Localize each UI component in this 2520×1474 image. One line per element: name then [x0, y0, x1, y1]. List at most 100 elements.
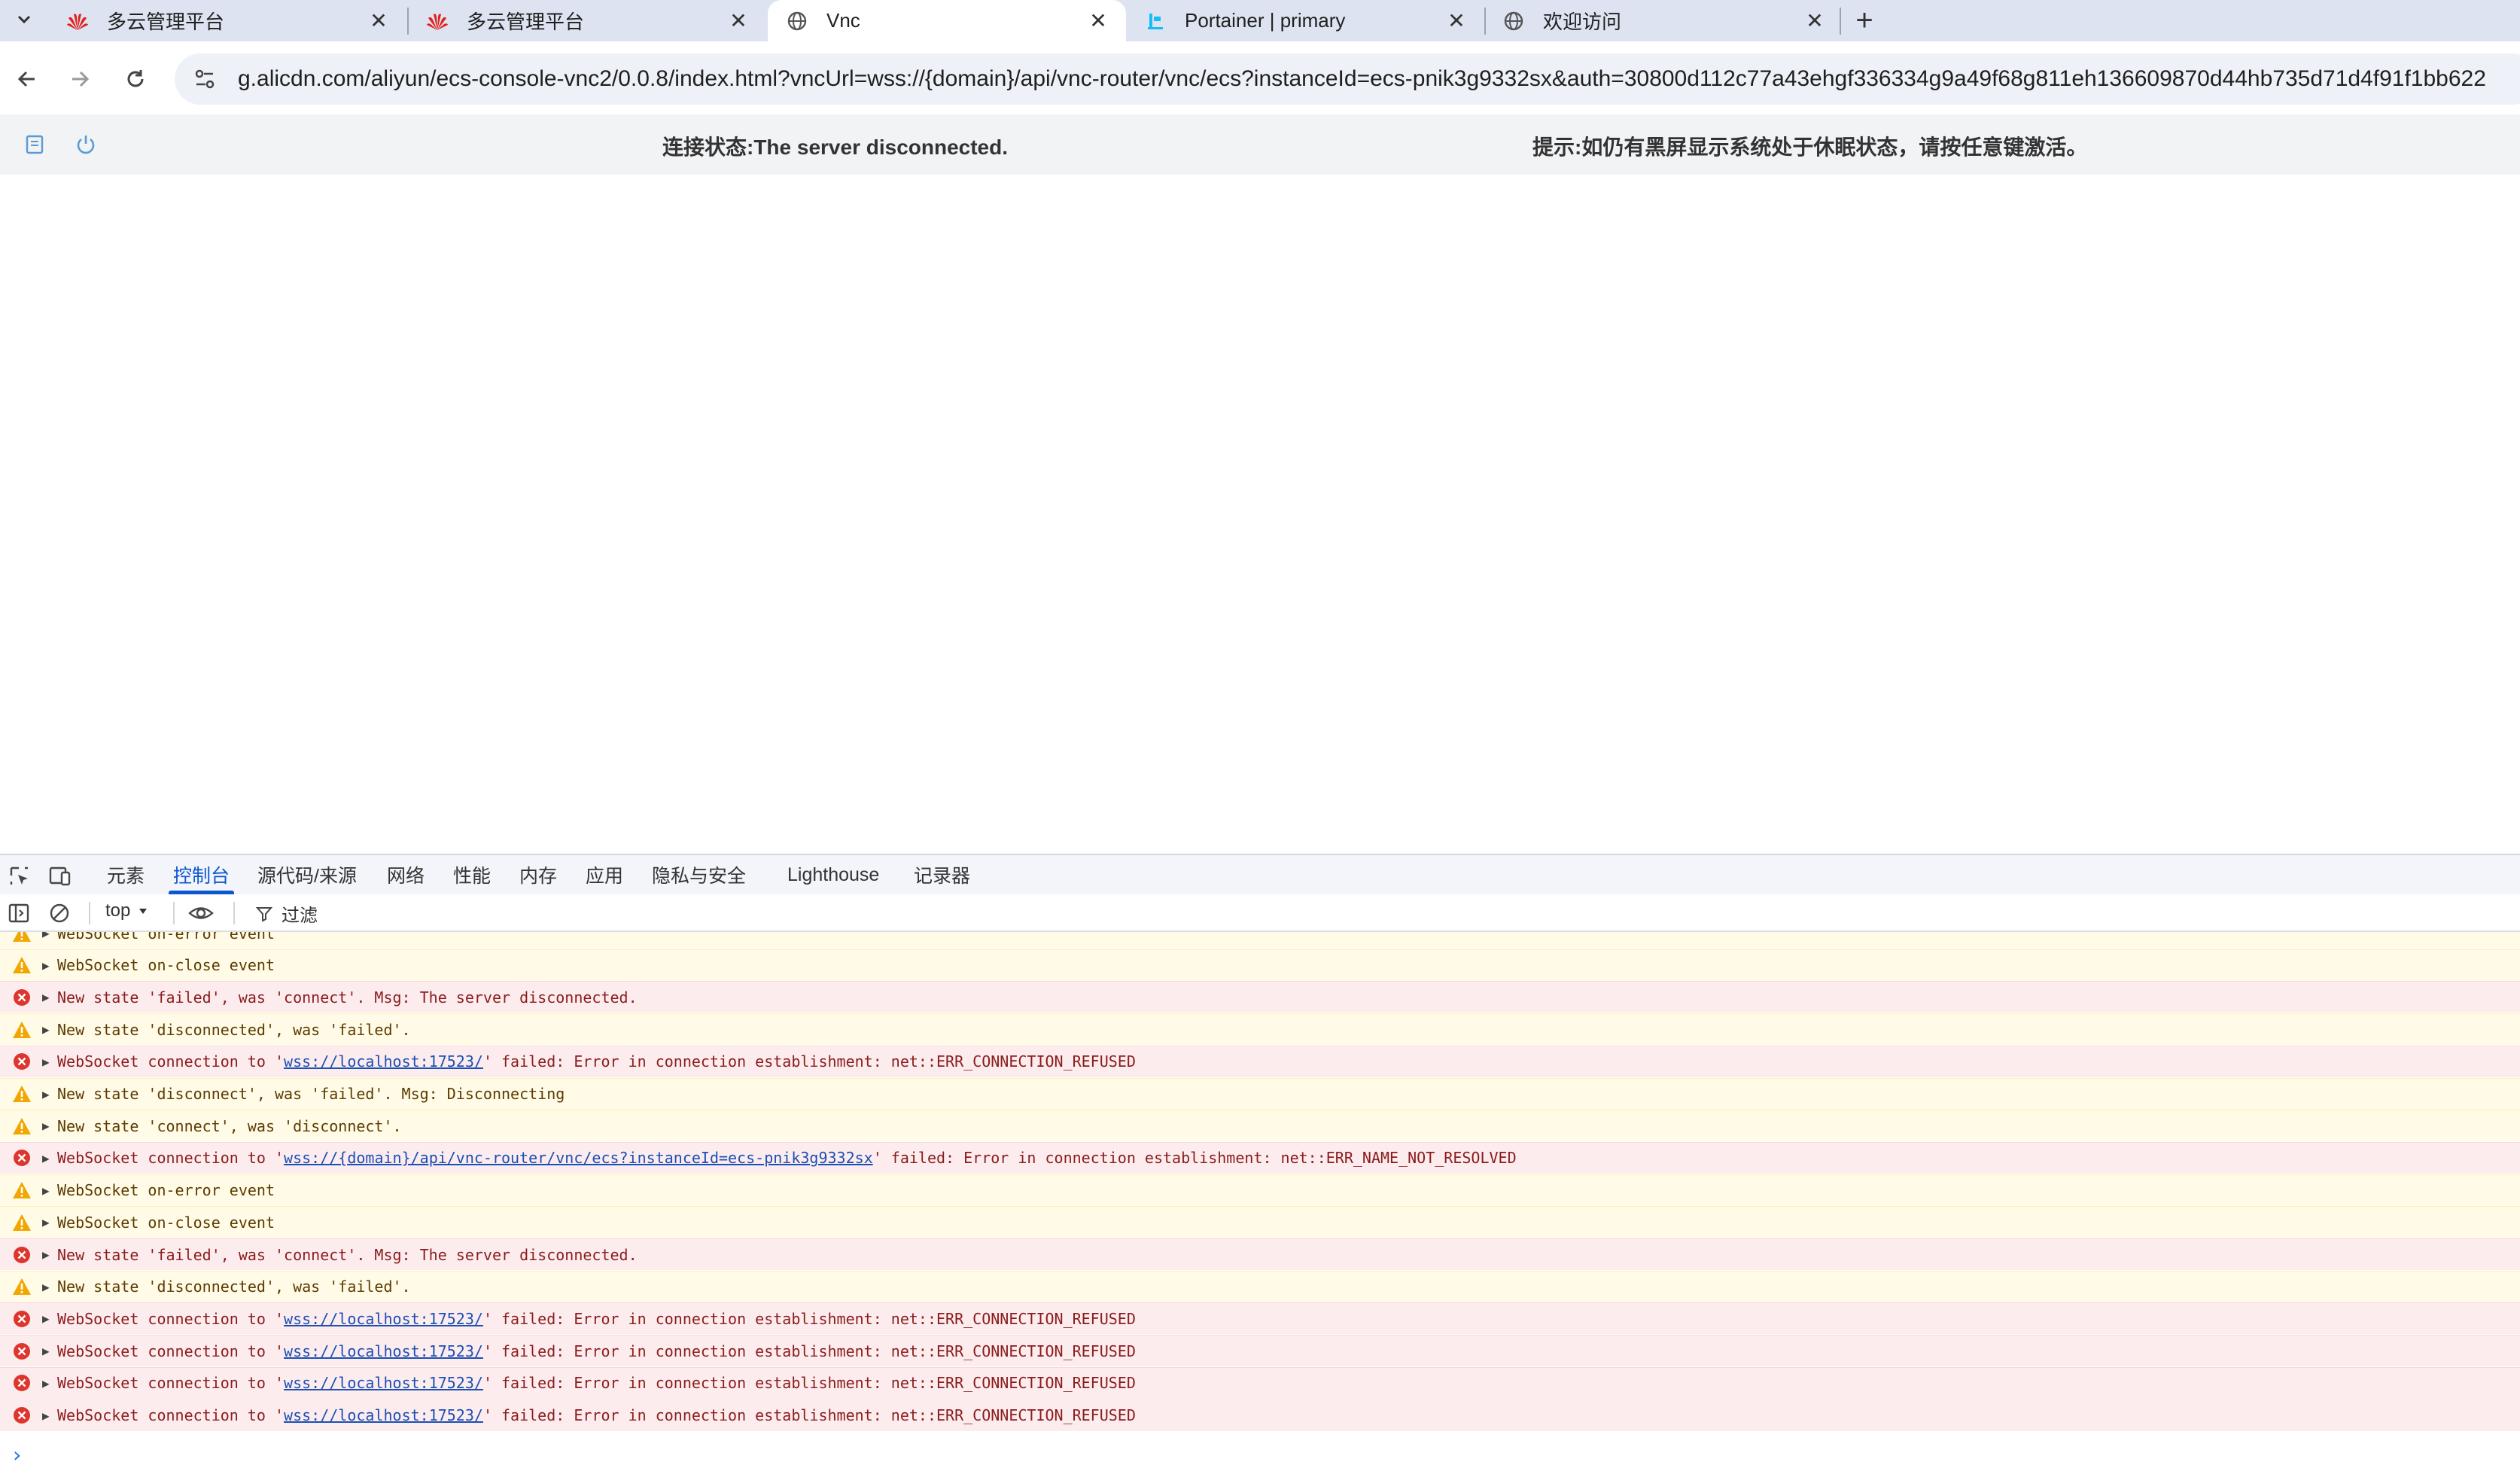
message-link[interactable]: wss://localhost:17523/ [284, 1052, 483, 1070]
devtools-tab-application[interactable]: 应用 [586, 855, 623, 894]
browser-tab-strip: 多云管理平台 ✕ 多云管理平台 ✕ Vnc ✕ Portainer | prim… [0, 0, 2520, 41]
back-button[interactable] [6, 58, 48, 100]
console-message-text: WebSocket on-close event [57, 1213, 275, 1232]
browser-tab-1[interactable]: 多云管理平台 ✕ [408, 0, 766, 41]
message-suffix: ' failed: Error in connection establishm… [482, 1374, 1136, 1393]
context-selector[interactable]: top [105, 900, 148, 921]
message-link[interactable]: wss://localhost:17523/ [284, 1406, 483, 1424]
error-icon [12, 1148, 32, 1168]
expand-triangle-icon[interactable]: ▶ [42, 1151, 54, 1165]
console-message-warn[interactable]: ▶ WebSocket on-error event [0, 1174, 2520, 1206]
devtools-tab-lighthouse[interactable]: Lighthouse [787, 855, 879, 894]
site-settings-icon[interactable] [190, 64, 220, 94]
devtools-tab-sources[interactable]: 源代码/来源 [257, 855, 357, 894]
devtools-tab-elements[interactable]: 元素 [107, 855, 145, 894]
browser-tab-2[interactable]: Vnc ✕ [768, 0, 1126, 41]
expand-triangle-icon[interactable]: ▶ [42, 1087, 54, 1101]
sidebar-toggle-icon[interactable] [6, 900, 32, 926]
expand-triangle-icon[interactable]: ▶ [42, 1022, 54, 1037]
close-icon[interactable]: ✕ [726, 8, 751, 33]
devtools-tab-recorder[interactable]: 记录器 [914, 855, 970, 894]
expand-triangle-icon[interactable]: ▶ [42, 1183, 54, 1198]
message-prefix: WebSocket connection to ' [57, 1342, 285, 1360]
devtools-tab-privacy-security[interactable]: 隐私与安全 [652, 855, 746, 894]
message-suffix: ' failed: Error in connection establishm… [482, 1052, 1136, 1071]
warning-icon [12, 1116, 32, 1136]
context-label: top [105, 900, 131, 921]
devtools-tab-memory[interactable]: 内存 [519, 855, 557, 894]
console-message-text: WebSocket connection to 'wss://localhost… [57, 1374, 1136, 1392]
address-bar[interactable]: g.alicdn.com/aliyun/ecs-console-vnc2/0.0… [175, 53, 2520, 105]
expand-triangle-icon[interactable]: ▶ [42, 1376, 54, 1390]
close-icon[interactable]: ✕ [1085, 8, 1111, 33]
browser-tab-4[interactable]: 欢迎访问 ✕ [1484, 0, 1843, 41]
console-prompt[interactable]: › [11, 1442, 23, 1467]
console-message-error[interactable]: ▶ WebSocket connection to 'wss://localhos… [0, 1399, 2520, 1431]
expand-triangle-icon[interactable]: ▶ [42, 990, 54, 1004]
console-filter-input[interactable]: 过滤 [256, 900, 318, 927]
console-message-warn[interactable]: ▶ New state 'disconnected', was 'failed'. [0, 1270, 2520, 1302]
tab-search-button[interactable] [8, 5, 41, 35]
message-suffix: ' failed: Error in connection establishm… [482, 1309, 1136, 1328]
expand-triangle-icon[interactable]: ▶ [42, 1344, 54, 1358]
devtools-tab-performance[interactable]: 性能 [453, 855, 491, 894]
clipboard-icon[interactable] [20, 129, 50, 160]
console-message-text: WebSocket on-error event [57, 932, 275, 943]
message-link[interactable]: wss://{domain}/api/vnc-router/vnc/ecs?in… [284, 1149, 873, 1167]
warning-icon [12, 932, 32, 943]
expand-triangle-icon[interactable]: ▶ [42, 1311, 54, 1326]
tab-title: Portainer | primary [1185, 9, 1346, 32]
console-message-error[interactable]: ▶ WebSocket connection to 'wss://localhos… [0, 1045, 2520, 1077]
console-message-error[interactable]: ▶ WebSocket connection to 'wss://localhos… [0, 1366, 2520, 1399]
console-log[interactable]: ▶ WebSocket on-error event ▶ WebSocket on-c… [0, 932, 2520, 1474]
message-link[interactable]: wss://localhost:17523/ [284, 1374, 483, 1392]
console-message-error[interactable]: ▶ WebSocket connection to 'wss://{domain}… [0, 1141, 2520, 1174]
new-tab-button[interactable]: + [1846, 3, 1883, 38]
devtools-tab-console[interactable]: 控制台 [168, 855, 235, 894]
tab-title: Vnc [826, 9, 860, 32]
close-icon[interactable]: ✕ [366, 8, 391, 33]
devtools-tab-network[interactable]: 网络 [387, 855, 425, 894]
console-message-error[interactable]: ▶ New state 'failed', was 'connect'. Msg:… [0, 1238, 2520, 1270]
browser-tab-3[interactable]: Portainer | primary ✕ [1126, 0, 1484, 41]
console-message-warn[interactable]: ▶ New state 'disconnected', was 'failed'. [0, 1013, 2520, 1046]
forward-button[interactable] [59, 58, 101, 100]
expand-triangle-icon[interactable]: ▶ [42, 1215, 54, 1229]
expand-triangle-icon[interactable]: ▶ [42, 1409, 54, 1423]
expand-triangle-icon[interactable]: ▶ [42, 1055, 54, 1069]
reload-button[interactable] [114, 58, 157, 100]
console-message-text: New state 'disconnected', was 'failed'. [57, 1020, 411, 1039]
expand-triangle-icon[interactable]: ▶ [42, 1119, 54, 1133]
console-message-warn[interactable]: ▶ WebSocket on-close event [0, 949, 2520, 981]
clear-console-icon[interactable] [47, 900, 72, 926]
message-link[interactable]: wss://localhost:17523/ [284, 1310, 483, 1328]
browser-tab-0[interactable]: 多云管理平台 ✕ [48, 0, 406, 41]
expand-triangle-icon[interactable]: ▶ [42, 958, 54, 973]
close-icon[interactable]: ✕ [1444, 8, 1469, 33]
chevron-down-icon [17, 15, 31, 24]
console-message-error[interactable]: ▶ WebSocket connection to 'wss://localhos… [0, 1335, 2520, 1367]
live-expression-eye-icon[interactable] [188, 900, 214, 926]
console-message-error[interactable]: ▶ New state 'failed', was 'connect'. Msg:… [0, 981, 2520, 1013]
console-message-warn[interactable]: ▶ WebSocket on-close event [0, 1206, 2520, 1238]
url-text[interactable]: g.alicdn.com/aliyun/ecs-console-vnc2/0.0… [238, 66, 2520, 92]
expand-triangle-icon[interactable]: ▶ [42, 1280, 54, 1294]
console-message-error[interactable]: ▶ WebSocket connection to 'wss://localhos… [0, 1302, 2520, 1335]
inspect-element-icon[interactable] [6, 863, 33, 890]
console-message-warn[interactable]: ▶ New state 'connect', was 'disconnect'. [0, 1110, 2520, 1142]
power-icon[interactable] [71, 129, 101, 160]
console-message-text: New state 'disconnect', was 'failed'. Ms… [57, 1085, 565, 1103]
warning-icon [12, 955, 32, 975]
console-message-warn[interactable]: ▶ WebSocket on-error event [0, 932, 2520, 949]
caret-down-icon [139, 909, 148, 914]
error-icon [12, 1373, 32, 1393]
expand-triangle-icon[interactable]: ▶ [42, 932, 54, 940]
close-icon[interactable]: ✕ [1802, 8, 1828, 33]
message-link[interactable]: wss://localhost:17523/ [284, 1342, 483, 1360]
console-message-text: WebSocket connection to 'wss://localhost… [57, 1052, 1136, 1070]
vnc-screen[interactable] [0, 175, 2520, 854]
device-toolbar-icon[interactable] [47, 863, 74, 890]
expand-triangle-icon[interactable]: ▶ [42, 1247, 54, 1262]
console-message-text: WebSocket connection to 'wss://{domain}/… [57, 1149, 1517, 1167]
console-message-warn[interactable]: ▶ New state 'disconnect', was 'failed'. M… [0, 1077, 2520, 1110]
